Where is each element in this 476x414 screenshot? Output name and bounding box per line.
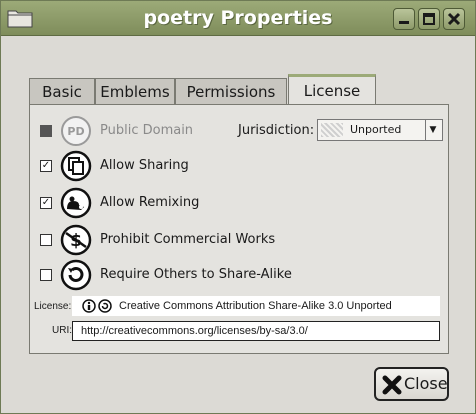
maximize-icon [423, 13, 435, 25]
uri-field-label: URI: [52, 325, 72, 336]
share-alike-label: Require Others to Share-Alike [100, 267, 292, 282]
allow-remixing-checkbox[interactable]: ✓ [40, 197, 52, 209]
remix-icon [60, 187, 92, 219]
jurisdiction-value: Unported [350, 123, 402, 136]
share-alike-checkbox[interactable] [40, 269, 52, 281]
public-domain-icon: PD [61, 116, 91, 146]
license-field: Creative Commons Attribution Share-Alike… [72, 296, 440, 316]
share-icon [60, 150, 92, 182]
allow-sharing-label: Allow Sharing [100, 158, 189, 173]
close-button[interactable]: Close [374, 367, 449, 401]
uri-value: http://creativecommons.org/licenses/by-s… [81, 325, 308, 337]
minimize-button[interactable] [393, 8, 415, 30]
share-alike-small-icon [98, 299, 112, 313]
close-button-label: Close [404, 374, 448, 393]
close-window-button[interactable] [443, 8, 465, 30]
close-x-icon [382, 375, 402, 395]
tab-permissions[interactable]: Permissions [175, 78, 287, 105]
close-icon [447, 12, 461, 26]
attribution-icon [82, 299, 96, 313]
title-bar[interactable]: poetry Properties [1, 1, 475, 36]
tab-license[interactable]: License [288, 74, 376, 108]
prohibit-commercial-checkbox[interactable] [40, 234, 52, 246]
maximize-button[interactable] [418, 8, 440, 30]
jurisdiction-flag [321, 123, 343, 137]
chevron-down-icon: ▼ [425, 120, 440, 140]
public-domain-checkbox[interactable] [40, 125, 52, 137]
uri-field[interactable]: http://creativecommons.org/licenses/by-s… [72, 321, 440, 341]
license-value: Creative Commons Attribution Share-Alike… [119, 300, 392, 312]
prohibit-commercial-row: $ Prohibit Commercial Works [30, 224, 448, 256]
svg-text:PD: PD [67, 125, 84, 138]
jurisdiction-select[interactable]: Unported ▼ [317, 119, 443, 141]
allow-remixing-label: Allow Remixing [100, 195, 200, 210]
allow-sharing-checkbox[interactable]: ✓ [40, 160, 52, 172]
tab-emblems[interactable]: Emblems [95, 78, 175, 105]
jurisdiction-label: Jurisdiction: [238, 123, 315, 138]
properties-window: poetry Properties Basic Emblems Permissi… [0, 0, 476, 414]
minimize-icon [399, 21, 409, 24]
share-alike-row: Require Others to Share-Alike [30, 259, 448, 291]
prohibit-commercial-label: Prohibit Commercial Works [100, 232, 276, 247]
allow-sharing-row: ✓ Allow Sharing [30, 150, 448, 182]
noncommercial-icon: $ [60, 224, 92, 256]
license-field-label: License: [34, 301, 72, 312]
allow-remixing-row: ✓ Allow Remixing [30, 187, 448, 219]
license-panel: PD Public Domain Jurisdiction: Unported … [29, 104, 449, 354]
share-alike-icon [60, 259, 92, 291]
tab-basic[interactable]: Basic [29, 78, 95, 105]
public-domain-label: Public Domain [100, 123, 194, 138]
